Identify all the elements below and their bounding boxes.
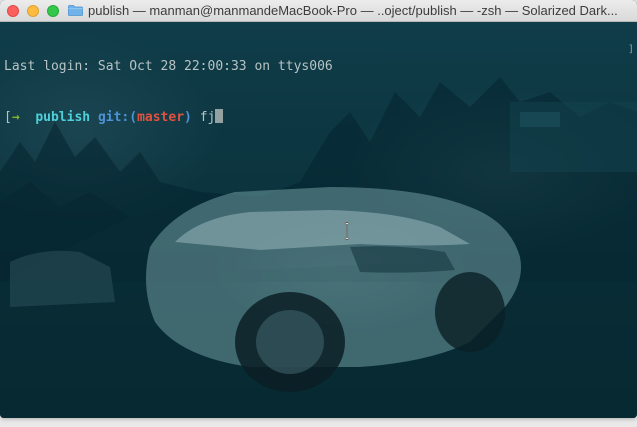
text-cursor [215, 109, 224, 123]
prompt-git-close: ) [184, 110, 192, 125]
prompt-line[interactable]: [→ publish git:(master) fj [4, 109, 333, 126]
terminal-window: publish — manman@manmandeMacBook-Pro — .… [0, 0, 637, 418]
scroll-marker: ] [628, 44, 635, 55]
prompt-bracket: [ [4, 110, 12, 125]
last-login-line: Last login: Sat Oct 28 22:00:33 on ttys0… [4, 59, 333, 74]
close-icon[interactable] [7, 5, 19, 17]
terminal-output: Last login: Sat Oct 28 22:00:33 on ttys0… [4, 24, 333, 160]
minimize-icon[interactable] [27, 5, 39, 17]
prompt-branch: master [137, 110, 185, 125]
maximize-icon[interactable] [47, 5, 59, 17]
prompt-arrow-icon: → [11, 110, 20, 125]
prompt-directory: publish [35, 110, 91, 125]
window-title: publish — manman@manmandeMacBook-Pro — .… [88, 3, 618, 18]
terminal-content[interactable]: Last login: Sat Oct 28 22:00:33 on ttys0… [0, 22, 637, 418]
ibeam-cursor-icon [344, 222, 350, 240]
title-bar[interactable]: publish — manman@manmandeMacBook-Pro — .… [0, 0, 637, 22]
folder-icon [68, 5, 83, 16]
command-input[interactable]: fj [200, 110, 216, 125]
prompt-git-label: git:( [97, 110, 138, 125]
